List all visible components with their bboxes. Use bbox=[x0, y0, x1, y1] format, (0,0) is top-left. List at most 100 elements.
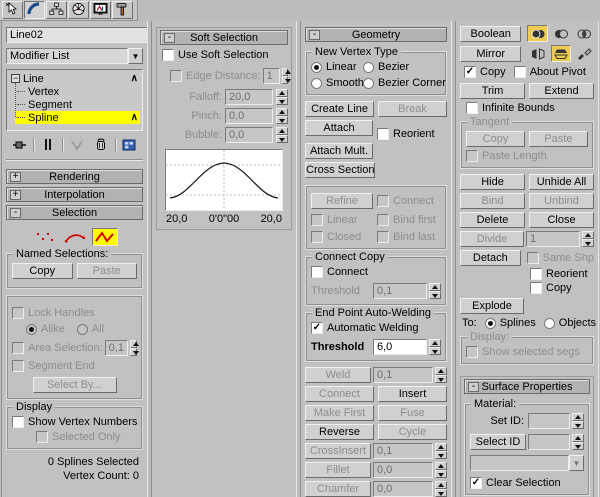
select-id-spinner[interactable] bbox=[572, 434, 584, 450]
weld-threshold-spinner[interactable] bbox=[429, 339, 441, 355]
mirror-button[interactable]: Mirror bbox=[460, 45, 522, 62]
tab-motion[interactable] bbox=[68, 1, 89, 19]
chamfer-spinner[interactable] bbox=[435, 481, 447, 497]
crossinsert-spinner[interactable] bbox=[435, 443, 447, 459]
rollout-soft-selection[interactable]: - Soft Selection bbox=[160, 30, 288, 45]
mirror-both-icon[interactable] bbox=[573, 45, 594, 62]
select-id-button[interactable]: Select ID bbox=[470, 434, 526, 450]
create-line-button[interactable]: Create Line bbox=[305, 101, 374, 117]
copy-named-selection-button[interactable]: Copy bbox=[12, 263, 73, 279]
reorient-checkbox[interactable]: Reorient bbox=[377, 128, 435, 140]
weld-field[interactable]: 0,1 bbox=[373, 367, 433, 383]
bind-first-checkbox[interactable]: Bind first bbox=[377, 214, 436, 226]
paste-length-checkbox[interactable]: Paste Length bbox=[466, 150, 588, 162]
tab-create[interactable] bbox=[2, 1, 23, 19]
show-selected-segs-checkbox[interactable]: Show selected segs bbox=[466, 346, 588, 358]
boolean-button[interactable]: Boolean bbox=[460, 25, 522, 42]
bind-last-checkbox[interactable]: Bind last bbox=[377, 231, 435, 243]
infinite-bounds-checkbox[interactable]: Infinite Bounds bbox=[466, 102, 594, 114]
close-button[interactable]: Close bbox=[529, 212, 594, 228]
attach-mult-button[interactable]: Attach Mult. bbox=[305, 143, 373, 159]
selected-only-checkbox[interactable]: Selected Only bbox=[36, 431, 137, 443]
rollout-selection[interactable]: - Selection bbox=[6, 205, 143, 220]
unbind-button[interactable]: Unbind bbox=[529, 193, 594, 209]
paste-named-selection-button[interactable]: Paste bbox=[76, 263, 137, 279]
explode-button[interactable]: Explode bbox=[460, 298, 524, 314]
weld-threshold-field[interactable]: 6,0 bbox=[373, 339, 427, 355]
subobject-segment-button[interactable] bbox=[62, 228, 88, 246]
cycle-button[interactable]: Cycle bbox=[378, 424, 447, 440]
objects-radio[interactable]: Objects bbox=[543, 317, 596, 329]
make-unique-button[interactable] bbox=[68, 136, 87, 153]
same-shp-checkbox[interactable]: Same Shp bbox=[526, 252, 594, 264]
boolean-union-icon-active[interactable] bbox=[527, 25, 548, 42]
boolean-intersection-icon[interactable] bbox=[573, 25, 594, 42]
tangent-copy-button[interactable]: Copy bbox=[466, 131, 525, 147]
crossinsert-field[interactable]: 0,1 bbox=[373, 443, 433, 459]
all-radio[interactable]: All bbox=[76, 323, 104, 335]
select-by-button[interactable]: Select By... bbox=[32, 377, 117, 393]
rollout-interpolation[interactable]: + Interpolation bbox=[6, 187, 143, 202]
collapse-icon[interactable]: - bbox=[164, 33, 175, 43]
rollout-surface-properties[interactable]: - Surface Properties bbox=[464, 379, 590, 394]
remove-modifier-button[interactable] bbox=[91, 136, 110, 153]
fillet-button[interactable]: Fillet bbox=[305, 462, 371, 478]
detach-copy-checkbox[interactable]: Copy bbox=[530, 282, 594, 294]
smooth-radio[interactable]: Smooth bbox=[311, 77, 364, 89]
clear-selection-checkbox[interactable]: ✓ Clear Selection bbox=[470, 477, 584, 489]
area-selection-field[interactable]: 0,1 bbox=[104, 340, 128, 356]
mirror-copy-checkbox[interactable]: ✓ Copy bbox=[464, 66, 506, 78]
closed-checkbox[interactable]: Closed bbox=[311, 231, 373, 243]
extend-button[interactable]: Extend bbox=[529, 83, 594, 99]
boolean-subtraction-icon[interactable] bbox=[550, 25, 571, 42]
show-end-result-button[interactable] bbox=[39, 136, 58, 153]
material-name-dropdown[interactable] bbox=[470, 455, 569, 471]
subobject-vertex-button[interactable] bbox=[32, 228, 58, 246]
reverse-button[interactable]: Reverse bbox=[305, 424, 374, 440]
rollout-rendering[interactable]: + Rendering bbox=[6, 169, 143, 184]
detach-reorient-checkbox[interactable]: Reorient bbox=[530, 268, 594, 280]
about-pivot-checkbox[interactable]: About Pivot bbox=[513, 66, 586, 78]
select-id-field[interactable] bbox=[528, 434, 570, 450]
detach-button[interactable]: Detach bbox=[460, 250, 521, 266]
bind-button[interactable]: Bind bbox=[460, 193, 525, 209]
pin-stack-button[interactable] bbox=[10, 136, 29, 153]
divide-spinner[interactable] bbox=[582, 231, 594, 247]
fillet-spinner[interactable] bbox=[435, 462, 447, 478]
mirror-vertical-icon-active[interactable] bbox=[550, 45, 571, 62]
connect-copy-checkbox[interactable]: Connect bbox=[311, 266, 441, 278]
pinch-field[interactable]: 0,0 bbox=[225, 108, 273, 124]
edge-distance-checkbox[interactable]: Edge Distance: bbox=[170, 70, 261, 82]
refine-connect-checkbox[interactable]: Connect bbox=[377, 193, 434, 209]
collapse-icon[interactable]: - bbox=[10, 208, 21, 218]
divide-field[interactable]: 1 bbox=[526, 231, 580, 247]
chamfer-button[interactable]: Chamfer bbox=[305, 481, 371, 497]
divide-button[interactable]: Divide bbox=[460, 231, 524, 247]
set-id-spinner[interactable] bbox=[572, 413, 584, 429]
expand-icon[interactable]: + bbox=[10, 190, 21, 200]
material-dropdown-arrow[interactable]: ▼ bbox=[569, 455, 584, 471]
modifier-list-dropdown[interactable]: Modifier List bbox=[6, 48, 128, 64]
bubble-field[interactable]: 0,0 bbox=[225, 127, 273, 143]
area-selection-checkbox[interactable]: Area Selection: bbox=[12, 342, 103, 354]
chamfer-field[interactable]: 0,0 bbox=[373, 481, 433, 497]
cross-section-button[interactable]: Cross Section bbox=[305, 162, 376, 178]
expand-icon[interactable]: + bbox=[10, 172, 21, 182]
pinch-spinner[interactable] bbox=[276, 108, 288, 124]
collapse-icon[interactable]: - bbox=[468, 382, 479, 392]
lock-handles-checkbox[interactable]: Lock Handles bbox=[12, 307, 137, 319]
tab-display[interactable] bbox=[90, 1, 111, 19]
tangent-paste-button[interactable]: Paste bbox=[529, 131, 588, 147]
configure-modifier-sets-button[interactable] bbox=[120, 136, 139, 153]
modifier-list-arrow[interactable]: ▼ bbox=[128, 48, 143, 64]
trim-button[interactable]: Trim bbox=[460, 83, 525, 99]
area-selection-spinner[interactable] bbox=[129, 340, 140, 356]
collapse-icon[interactable]: - bbox=[309, 30, 320, 40]
break-button[interactable]: Break bbox=[378, 101, 447, 117]
fillet-field[interactable]: 0,0 bbox=[373, 462, 433, 478]
segment-end-checkbox[interactable]: Segment End bbox=[12, 360, 137, 372]
hide-button[interactable]: Hide bbox=[460, 174, 525, 190]
show-vertex-numbers-checkbox[interactable]: Show Vertex Numbers bbox=[12, 416, 137, 428]
object-name-input[interactable] bbox=[6, 27, 147, 43]
crossinsert-button[interactable]: CrossInsert bbox=[305, 443, 371, 459]
